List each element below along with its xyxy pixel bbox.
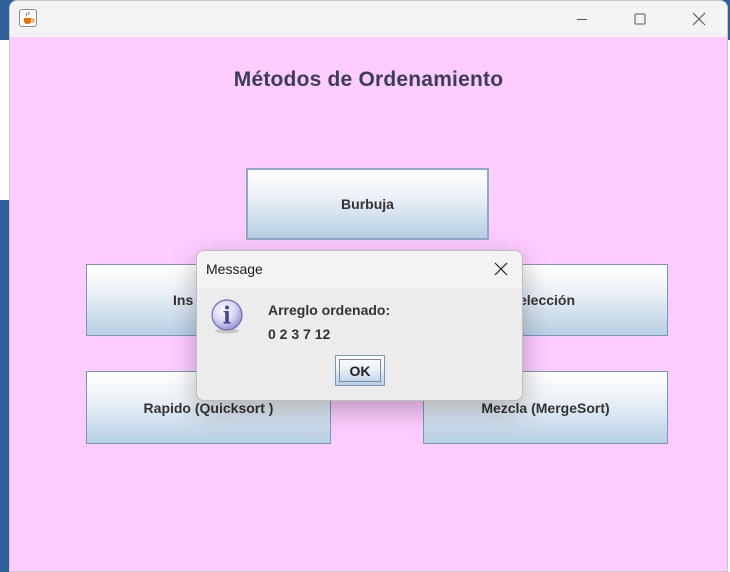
ok-button[interactable]: OK [335, 355, 385, 386]
maximize-button[interactable] [617, 1, 663, 37]
seleccion-button-label: elección [519, 292, 576, 308]
minimize-icon [577, 19, 587, 20]
dialog-close-button[interactable] [488, 257, 514, 281]
close-icon [692, 12, 706, 26]
close-icon [494, 262, 508, 276]
insercion-button-label: Ins [173, 292, 194, 308]
page-title: Métodos de Ordenamiento [233, 68, 504, 91]
maximize-icon [634, 13, 646, 25]
window-titlebar[interactable] [10, 1, 727, 37]
dialog-message-values: 0 2 3 7 12 [268, 326, 331, 342]
minimize-button[interactable] [559, 1, 605, 37]
information-icon [211, 299, 243, 334]
dialog-title: Message [206, 261, 263, 277]
dialog-message-label: Arreglo ordenado: [268, 302, 391, 318]
message-dialog: Message Arreglo ordenado: 0 2 3 7 12 OK [196, 250, 523, 401]
dialog-titlebar[interactable]: Message [197, 251, 522, 288]
close-button[interactable] [676, 1, 722, 37]
burbuja-button[interactable]: Burbuja [246, 168, 489, 240]
java-cup-icon[interactable] [19, 9, 37, 27]
